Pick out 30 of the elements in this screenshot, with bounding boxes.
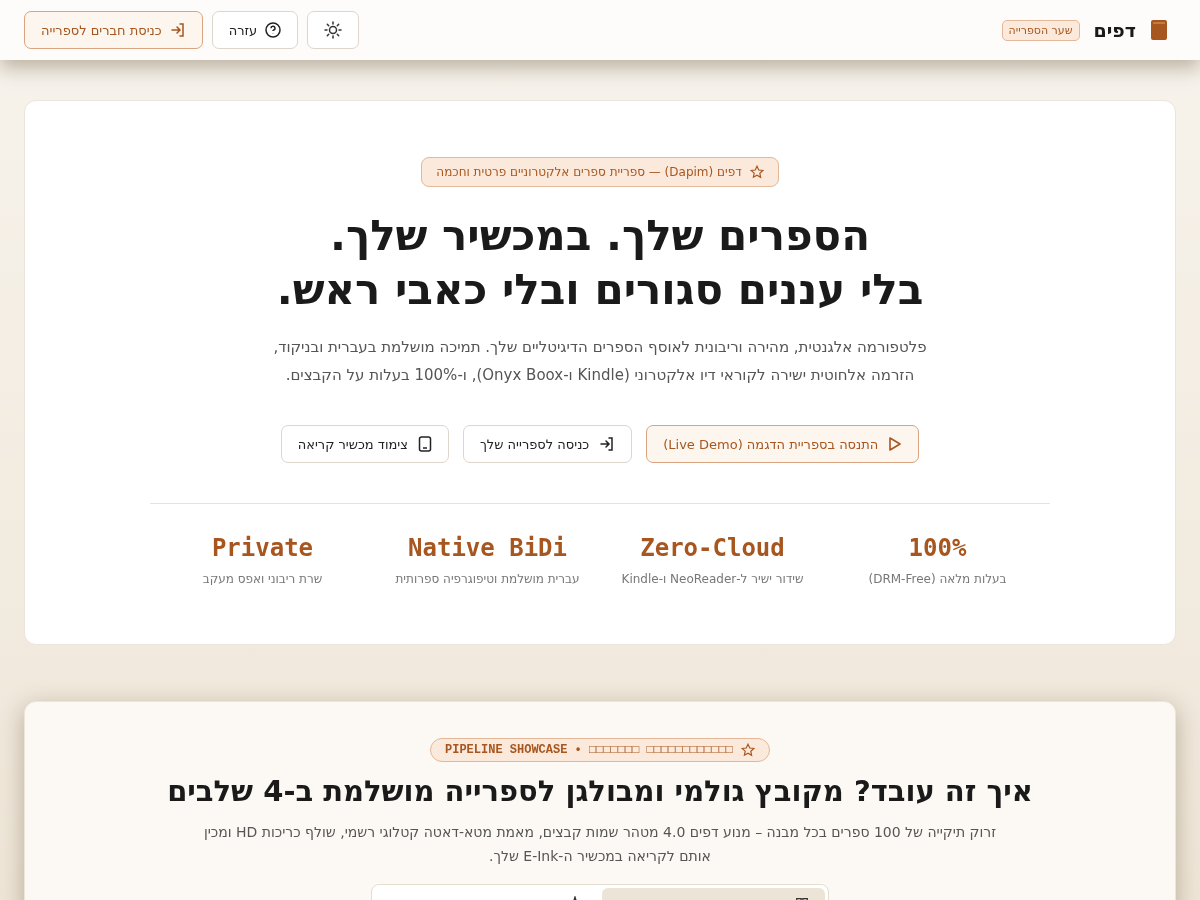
theme-toggle-button[interactable] bbox=[307, 11, 360, 49]
badge-text: PIPELINE SHOWCASE • □□□□□□□ □□□□□□□□□□□□ bbox=[445, 743, 734, 757]
star-icon bbox=[741, 743, 756, 757]
help-icon bbox=[265, 22, 282, 38]
hero-description: פלטפורמה אלגנטית, מהירה וריבונית לאוסף הספרים הדיגיטליים שלך. תמיכה מושלמת בעברית ובניקוד, הזרמה אלחוטית ישירה לקוראי דיו אלקטרוני (Kindle ו-Onyx Boox), ו-100% בעלות על הקבצים. bbox=[273, 337, 927, 386]
stat-caption: שרת ריבוני ואפס מעקב bbox=[202, 572, 323, 586]
login-icon bbox=[599, 436, 616, 452]
play-icon bbox=[888, 436, 903, 452]
pipeline-description: זרוק תיקייה של 100 ספרים בכל מבנה – מנוע דפים 4.0 מטהר שמות קבצים, מאמת מטא-דאטה קטלוגי רשמי, שולף כריכות HD ומכין אותם לקריאה במכשיר ה-E-Ink שלך. bbox=[202, 823, 998, 866]
stat-value: Native BiDi bbox=[408, 534, 567, 562]
stat-caption: שידור ישיר ל-NeoReader ו-Kindle bbox=[621, 572, 804, 586]
login-icon bbox=[169, 22, 186, 38]
live-demo-button[interactable]: התנסה בספריית הדגמה (Live Demo) bbox=[646, 425, 920, 463]
member-login-button[interactable]: כניסת חברים לספרייה bbox=[24, 11, 203, 49]
stat-caption: עברית מושלמת וטיפוגרפיה ספרותית bbox=[395, 572, 580, 586]
brand-badge: שער הספרייה bbox=[1001, 19, 1080, 41]
stat-value: 100% bbox=[908, 534, 967, 562]
hero-title: הספרים שלך. במכשיר שלך. בלי עננים סגורים ובלי כאבי ראש. bbox=[276, 210, 924, 316]
tablet-icon bbox=[417, 436, 432, 452]
pair-device-button[interactable]: צימוד מכשיר קריאה bbox=[280, 425, 449, 463]
stat-caption: בעלות מלאה (DRM-Free) bbox=[868, 572, 1007, 586]
star-icon bbox=[749, 165, 764, 179]
brand-name: דפים bbox=[1093, 19, 1136, 41]
stat-value: Private bbox=[211, 534, 314, 562]
sun-icon bbox=[324, 21, 343, 39]
hero-badge[interactable]: דפים (Dapim) — ספריית ספרים אלקטרוניים פרטית וחכמה bbox=[421, 157, 779, 187]
pipeline-title: איך זה עובד? מקובץ גולמי ומבולגן לספרייה מושלמת ב-4 שלבים bbox=[167, 774, 1033, 808]
enter-library-button[interactable]: כניסה לספרייה שלך bbox=[462, 425, 633, 463]
stat-value: Zero-Cloud bbox=[640, 534, 785, 562]
help-button[interactable]: עזרה bbox=[211, 11, 299, 49]
